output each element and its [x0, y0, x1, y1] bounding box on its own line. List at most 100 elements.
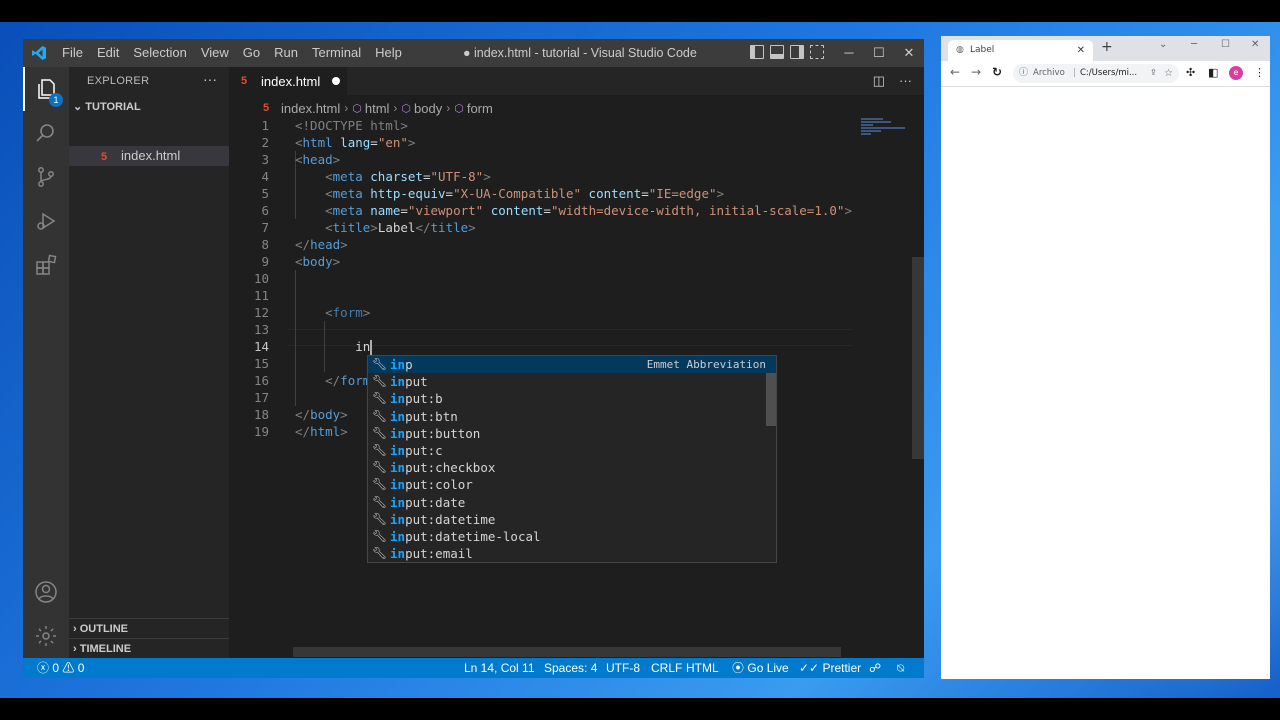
suggestion-item[interactable]: 🔧︎ input:b	[368, 390, 776, 407]
code-tag: head	[302, 152, 333, 167]
line-number: 7	[261, 220, 269, 235]
indentation[interactable]: Spaces: 4	[544, 658, 597, 678]
minimap[interactable]	[857, 117, 911, 657]
suggestion-match: in	[390, 442, 406, 458]
menu-view[interactable]: View	[194, 39, 236, 67]
toggle-panel-icon[interactable]	[770, 45, 784, 59]
wrench-icon: 🔧︎	[372, 357, 388, 371]
forward-arrow-icon[interactable]: →	[971, 65, 981, 79]
code-tag: body	[310, 407, 341, 422]
suggestion-item[interactable]: 🔧︎ input:checkbox	[368, 459, 776, 476]
new-tab-icon[interactable]: +	[1101, 39, 1113, 55]
address-bar[interactable]: ⓘ Archivo | C:/Users/mi... ⇪ ☆	[1013, 64, 1179, 83]
suggestion-item[interactable]: 🔧︎ inp Emmet Abbreviation	[368, 356, 776, 374]
more-actions-button[interactable]: ···	[203, 71, 217, 87]
vertical-scrollbar[interactable]	[912, 257, 924, 459]
suggestion-match: in	[390, 357, 406, 372]
chrome-tab[interactable]: ◍ Label ✕	[948, 40, 1093, 61]
cursor-position[interactable]: Ln 14, Col 11	[464, 658, 535, 678]
reload-icon[interactable]: ↻	[992, 65, 1002, 79]
file-index-html[interactable]: 5 index.html	[69, 146, 229, 166]
extensions-icon[interactable]	[23, 243, 69, 287]
suggestion-item[interactable]: 🔧︎ input	[368, 373, 776, 390]
text-cursor	[370, 340, 372, 355]
element-icon: ⬡	[401, 102, 412, 115]
customize-layout-icon[interactable]	[810, 45, 824, 59]
tab-search-icon[interactable]: ⌄	[1159, 39, 1167, 50]
explorer-icon[interactable]: 1	[23, 67, 69, 111]
suggestion-item[interactable]: 🔧︎ input:color	[368, 476, 776, 493]
close-button[interactable]: ✕	[894, 39, 924, 67]
feedback-icon[interactable]: ☍	[869, 658, 881, 678]
wrench-icon: 🔧︎	[372, 408, 388, 423]
end-of-line[interactable]: CRLF	[651, 658, 682, 678]
language-mode[interactable]: HTML	[686, 658, 719, 678]
unsaved-dot-icon[interactable]	[332, 77, 341, 85]
problems-indicator[interactable]: ⓧ 0 ⚠ 0	[37, 658, 84, 678]
folder-tutorial[interactable]: ⌄ TUTORIAL	[69, 97, 229, 117]
toggle-secondary-sidebar-icon[interactable]	[790, 45, 804, 59]
more-actions-icon[interactable]: ···	[899, 73, 912, 89]
menu-terminal[interactable]: Terminal	[305, 39, 368, 67]
suggestion-item[interactable]: 🔧︎ input:btn	[368, 408, 776, 425]
line-number: 8	[261, 237, 269, 252]
suggestion-match: in	[390, 391, 406, 407]
search-icon[interactable]	[23, 111, 69, 155]
breadcrumb-html[interactable]: html	[365, 101, 390, 116]
side-panel-icon[interactable]: ◧	[1208, 66, 1218, 79]
suggestion-item[interactable]: 🔧︎ input:datetime	[368, 511, 776, 528]
split-editor-icon[interactable]: ◫	[873, 73, 885, 89]
line-number: 1	[261, 118, 269, 133]
breadcrumb-body[interactable]: body	[414, 101, 442, 116]
manage-gear-icon[interactable]	[23, 614, 69, 658]
minimize-button[interactable]: ─	[834, 39, 864, 67]
line-number: 19	[253, 424, 269, 439]
menu-run[interactable]: Run	[267, 39, 305, 67]
line-number: 18	[253, 407, 269, 422]
suggestion-item[interactable]: 🔧︎ input:email	[368, 545, 776, 562]
menu-file[interactable]: File	[55, 39, 90, 67]
profile-avatar[interactable]: e	[1229, 66, 1243, 80]
suggestion-match: in	[390, 408, 406, 424]
outline-section[interactable]: › OUTLINE	[69, 618, 229, 638]
toggle-sidebar-icon[interactable]	[750, 45, 764, 59]
horizontal-scrollbar[interactable]	[293, 647, 841, 657]
chrome-menu-icon[interactable]: ⋮	[1254, 66, 1265, 79]
maximize-icon[interactable]: ☐	[1221, 39, 1230, 50]
menu-edit[interactable]: Edit	[90, 39, 126, 67]
back-arrow-icon[interactable]: ←	[950, 65, 960, 79]
bookmark-star-icon[interactable]: ☆	[1164, 64, 1173, 83]
maximize-button[interactable]: ☐	[864, 39, 894, 67]
breadcrumb-form[interactable]: form	[467, 101, 493, 116]
suggestion-match: in	[390, 494, 406, 510]
breadcrumb-file[interactable]: index.html	[281, 101, 340, 116]
menu-go[interactable]: Go	[236, 39, 267, 67]
close-window-icon[interactable]: ✕	[1251, 39, 1259, 50]
prettier-label: Prettier	[822, 661, 862, 675]
source-control-icon[interactable]	[23, 155, 69, 199]
close-tab-icon[interactable]: ✕	[1077, 40, 1085, 61]
menu-help[interactable]: Help	[368, 39, 409, 67]
line-number: 10	[253, 271, 269, 286]
encoding[interactable]: UTF-8	[606, 658, 640, 678]
suggestion-item[interactable]: 🔧︎ input:button	[368, 425, 776, 442]
suggestion-item[interactable]: 🔧︎ input:date	[368, 494, 776, 511]
minimize-icon[interactable]: ─	[1191, 39, 1197, 50]
line-number: 6	[261, 203, 269, 218]
accounts-icon[interactable]	[23, 570, 69, 614]
share-icon[interactable]: ⇪	[1150, 64, 1157, 83]
extensions-puzzle-icon[interactable]: ✣	[1186, 66, 1195, 79]
tab-index-html[interactable]: 5 index.html	[229, 67, 347, 95]
line-number: 16	[253, 373, 269, 388]
timeline-section[interactable]: › TIMELINE	[69, 638, 229, 658]
run-debug-icon[interactable]	[23, 199, 69, 243]
menu-selection[interactable]: Selection	[126, 39, 193, 67]
prettier-button[interactable]: ✓✓ Prettier	[799, 658, 861, 678]
suggestion-item[interactable]: 🔧︎ input:c	[368, 442, 776, 459]
notifications-bell-icon[interactable]: ⍉	[897, 658, 904, 678]
code-text: Label	[377, 220, 416, 235]
suggestion-item[interactable]: 🔧︎ input:datetime-local	[368, 528, 776, 545]
suggestion-match: in	[390, 477, 406, 493]
go-live-button[interactable]: ⦿ Go Live	[732, 658, 789, 678]
explorer-sidebar: EXPLORER ··· ⌄ TUTORIAL 5 index.html › OU…	[69, 67, 229, 658]
